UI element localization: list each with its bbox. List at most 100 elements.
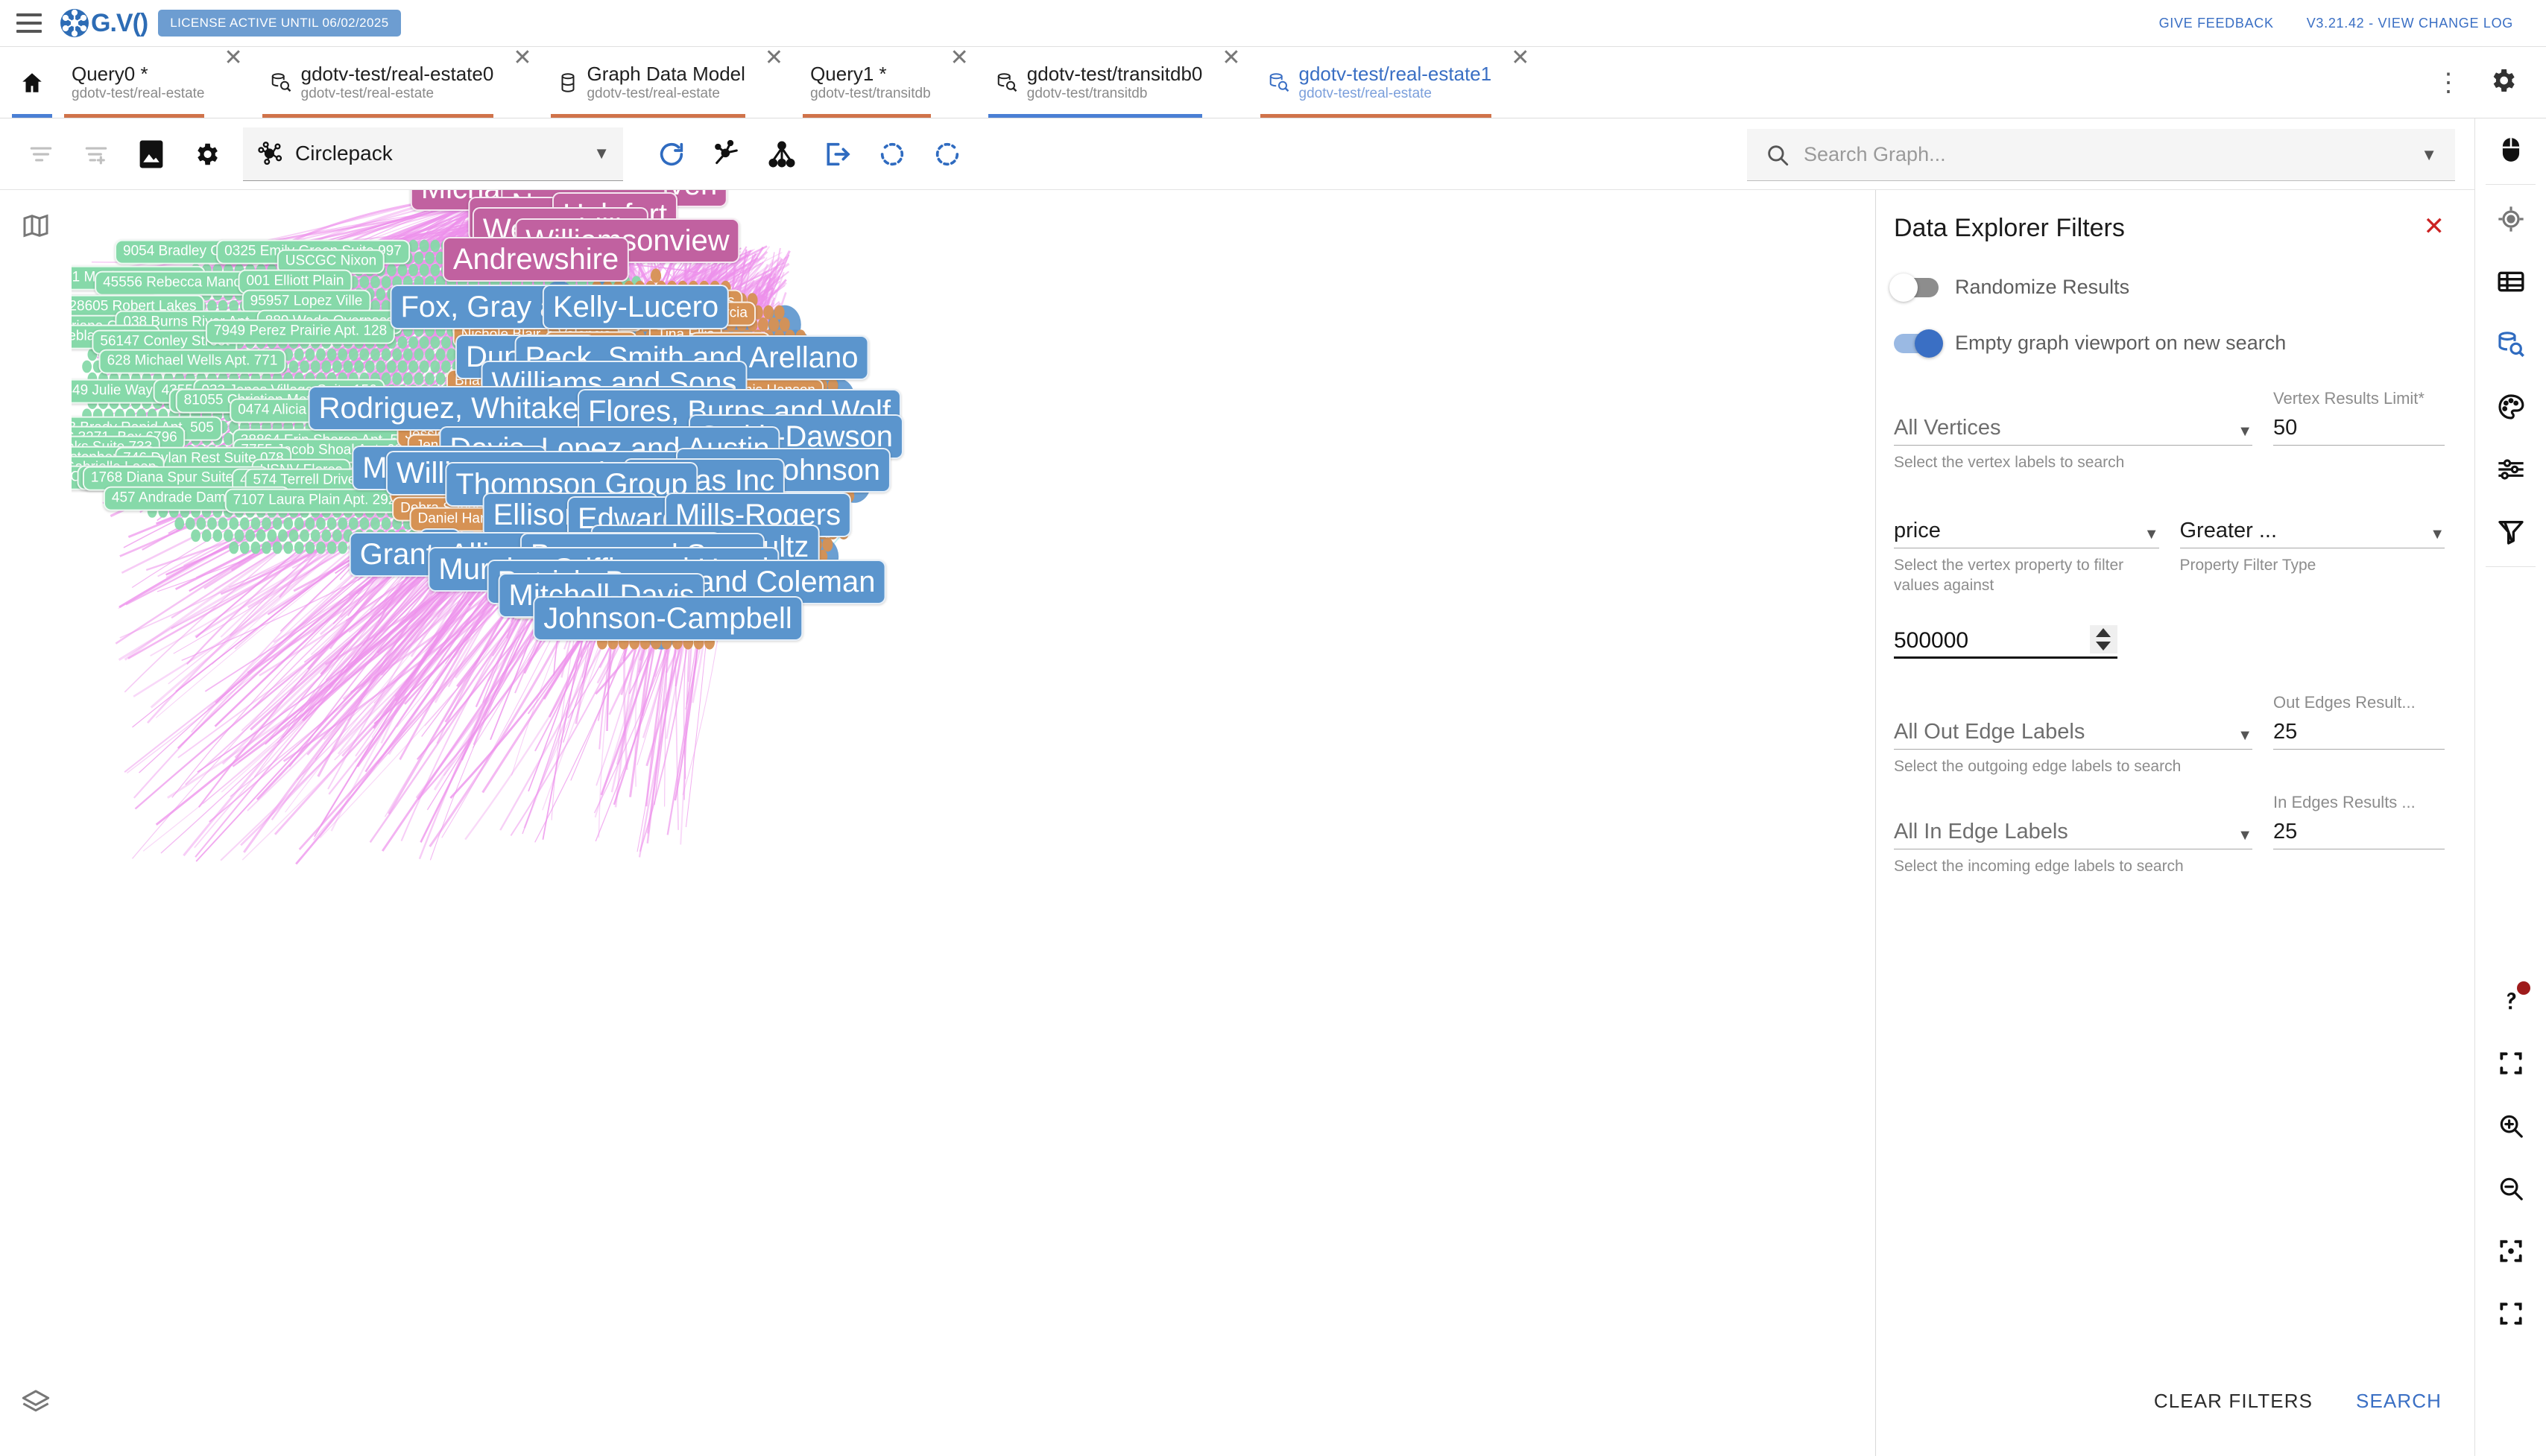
redo-icon[interactable] [920,127,975,182]
right-rail [2474,118,2546,1456]
vertex-results-limit-value: 50 [2273,416,2298,440]
chevron-down-icon: ▼ [2430,526,2445,543]
table-icon[interactable] [2475,250,2546,313]
chevron-down-icon: ▼ [2144,526,2159,543]
filter-number-input[interactable] [1894,627,2084,653]
layout-select[interactable]: Circlepack ▼ [243,127,623,181]
refresh-icon[interactable] [644,127,699,182]
tab-title: Graph Data Model [587,62,745,85]
db-search-icon [270,72,292,94]
tab-query1[interactable]: Query1 * gdotv-test/transitdb [803,47,931,118]
settings-gear-icon[interactable] [2479,66,2527,99]
out-edge-hint: Select the outgoing edge labels to searc… [1894,757,2182,775]
give-feedback-link[interactable]: GIVE FEEDBACK [2159,16,2274,31]
tab-query0[interactable]: Query0 * gdotv-test/real-estate [64,47,205,118]
graph-canvas[interactable]: 9054 Bradley Causeway0325 Emily Green Su… [72,190,1875,1456]
out-edges-limit-input[interactable]: 25 [2273,714,2445,750]
export-icon[interactable] [809,127,865,182]
in-edges-limit-input[interactable]: 25 [2273,814,2445,849]
fullscreen-icon[interactable] [2475,1282,2546,1345]
graph-node-label[interactable]: Andrewshire [442,237,630,282]
undo-icon[interactable] [865,127,920,182]
zoom-in-icon[interactable] [2475,1095,2546,1157]
palette-icon[interactable] [2475,376,2546,438]
tab-transitdb0[interactable]: gdotv-test/transitdb0 gdotv-test/transit… [988,47,1203,118]
vertex-labels-select[interactable]: All Vertices ▼ [1894,410,2252,446]
db-search-icon[interactable] [2475,313,2546,376]
vertex-labels-hint: Select the vertex labels to search [1894,454,2125,471]
empty-viewport-row[interactable]: Empty graph viewport on new search [1894,329,2445,358]
search-button[interactable]: SEARCH [2356,1390,2442,1413]
empty-viewport-toggle[interactable] [1894,329,1943,358]
graph-node-label[interactable]: Kelly-Lucero [542,285,730,329]
data-explorer-filters-panel: Data Explorer Filters ✕ Randomize Result… [1875,190,2474,1456]
tab-subtitle: gdotv-test/real-estate [1298,85,1432,101]
target-icon[interactable] [2475,188,2546,250]
tab-title: gdotv-test/transitdb0 [1026,62,1203,85]
logo-text: G.V() [91,8,148,37]
tab-title: gdotv-test/real-estate1 [1298,62,1492,85]
zoom-out-icon[interactable] [2475,1157,2546,1220]
filter-type-select[interactable]: Greater ... ▼ [2179,513,2445,549]
in-edges-caption: In Edges Results ... [2273,793,2416,811]
tab-title: gdotv-test/real-estate0 [300,62,494,85]
tab-bar: Query0 * gdotv-test/real-estate ✕ gdotv-… [0,47,2546,118]
mouse-icon[interactable] [2475,118,2546,181]
db-icon [558,72,578,94]
home-tab-button[interactable] [0,47,64,118]
help-icon[interactable] [2475,969,2546,1032]
randomize-results-row[interactable]: Randomize Results [1889,273,2445,302]
property-select[interactable]: price ▼ [1894,513,2159,549]
tab-subtitle: gdotv-test/transitdb [810,85,931,101]
version-changelog-link[interactable]: V3.21.42 - VIEW CHANGE LOG [2307,16,2513,31]
tab-close-icon[interactable]: ✕ [204,47,262,118]
close-icon[interactable]: ✕ [2424,214,2445,239]
chevron-down-icon: ▼ [2237,423,2252,440]
search-icon [1768,145,1789,165]
center-icon[interactable] [2475,1220,2546,1282]
chevron-down-icon[interactable]: ▼ [2421,145,2437,165]
tab-real-estate0[interactable]: gdotv-test/real-estate0 gdotv-test/real-… [262,47,494,118]
tab-overflow-menu-icon[interactable]: ⋮ [2425,70,2471,95]
sliders-icon[interactable] [2475,438,2546,501]
graph-node-label[interactable]: 628 Michael Wells Apt. 771 [98,349,286,374]
expand-all-icon[interactable] [69,127,124,182]
out-edge-labels-select[interactable]: All Out Edge Labels ▼ [1894,714,2252,750]
tab-graph-data-model[interactable]: Graph Data Model gdotv-test/real-estate [551,47,745,118]
tab-real-estate1[interactable]: gdotv-test/real-estate1 gdotv-test/real-… [1260,47,1492,118]
app-logo: G.V() [60,8,148,38]
image-export-icon[interactable] [124,127,179,182]
vertex-labels-field: All Vertices ▼ Select the vertex labels … [1894,389,2252,472]
hierarchy-icon[interactable] [754,127,809,182]
tab-close-icon[interactable]: ✕ [745,47,803,118]
db-search-icon [996,72,1018,94]
filter-type-field: Greater ... ▼ Property Filter Type [2179,513,2445,595]
tab-close-icon[interactable]: ✕ [1491,47,1549,118]
map-icon[interactable] [0,190,72,262]
graph-node-label[interactable]: 7949 Perez Prairie Apt. 128 [205,319,396,344]
collapse-all-icon[interactable] [13,127,69,182]
tab-close-icon[interactable]: ✕ [931,47,988,118]
menu-icon[interactable] [16,13,42,33]
vertex-results-limit-input[interactable]: 50 [2273,410,2445,446]
license-badge: LICENSE ACTIVE UNTIL 06/02/2025 [158,10,401,37]
search-graph-input[interactable]: Search Graph... ▼ [1747,129,2455,181]
randomize-results-toggle[interactable] [1889,273,1939,302]
filter-off-icon[interactable] [2475,501,2546,563]
graph-node-label[interactable]: Johnson-Campbell [533,596,803,641]
db-search-icon [1268,72,1290,94]
layers-icon[interactable] [0,1367,72,1438]
chevron-down-icon: ▼ [2237,827,2252,843]
number-stepper[interactable] [2089,624,2117,653]
tab-close-icon[interactable]: ✕ [493,47,551,118]
randomize-results-label: Randomize Results [1955,276,2130,298]
tab-close-icon[interactable]: ✕ [1202,47,1260,118]
physics-icon[interactable] [699,127,754,182]
clear-filters-button[interactable]: CLEAR FILTERS [2154,1390,2313,1413]
vertex-results-limit-field: Vertex Results Limit* 50 [2273,389,2445,472]
settings-icon[interactable] [179,127,234,182]
in-edge-labels-select[interactable]: All In Edge Labels ▼ [1894,814,2252,849]
fit-icon[interactable] [2475,1032,2546,1095]
in-edges-limit-field: In Edges Results ... 25 [2273,793,2445,876]
graph-node-label[interactable]: 7107 Laura Plain Apt. 292 [224,488,405,513]
